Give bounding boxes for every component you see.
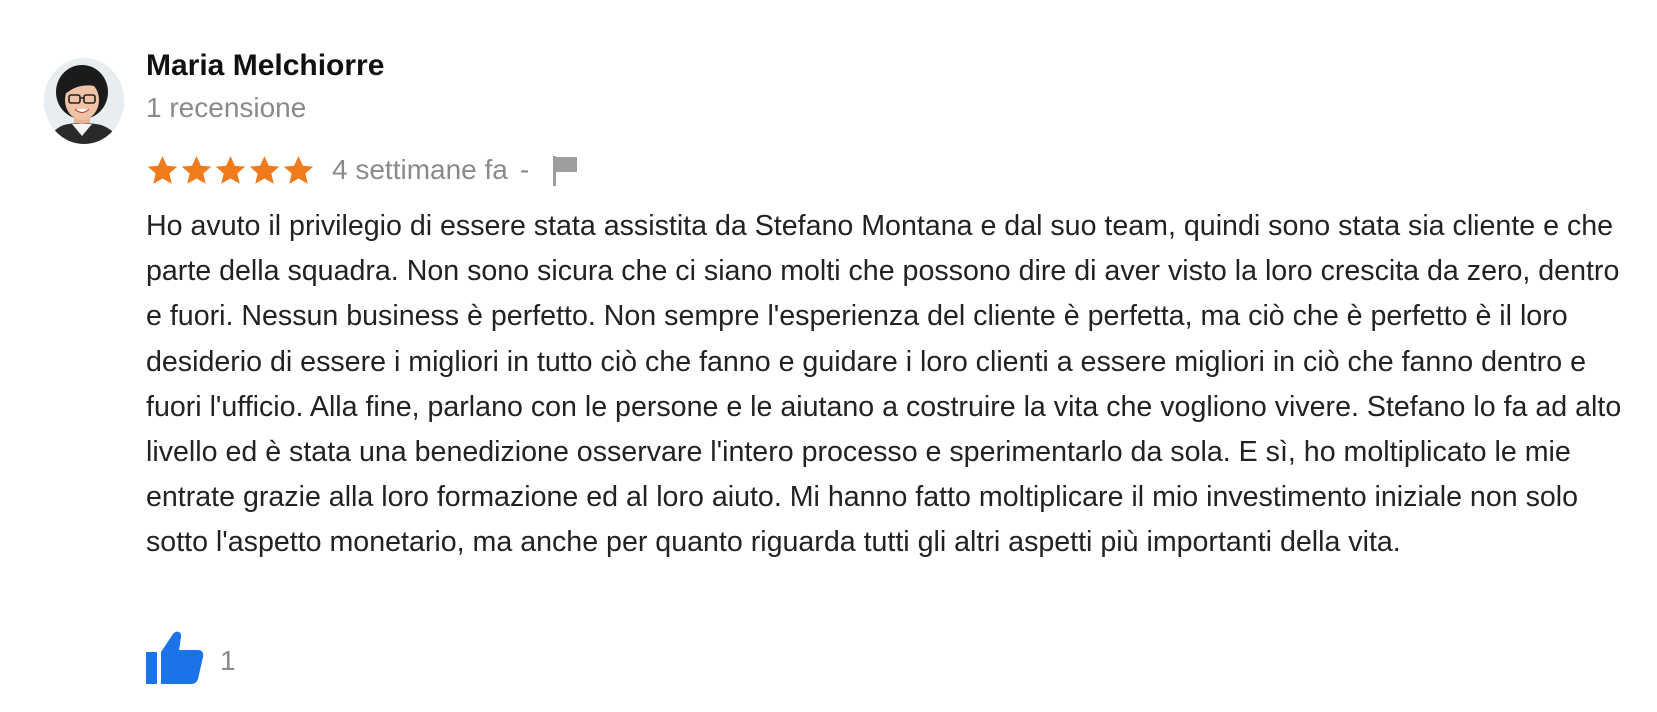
like-count: 1 [220, 645, 236, 676]
star-icon [214, 154, 247, 187]
star-icon [146, 154, 179, 187]
star-icon [180, 154, 213, 187]
meta-separator: - [519, 154, 530, 185]
review-count: 1 recensione [146, 92, 307, 123]
star-icon [282, 154, 315, 187]
star-rating [146, 154, 316, 187]
like-row: 1 [146, 630, 236, 684]
review-text: Ho avuto il privilegio di essere stata a… [146, 210, 1622, 559]
profile-photo [44, 58, 124, 144]
avatar[interactable] [44, 58, 124, 144]
star-icon [248, 154, 281, 187]
review-time: 4 settimane fa [332, 154, 508, 185]
author-name[interactable]: Maria Melchiorre [146, 49, 384, 83]
review-card: Maria Melchiorre 1 recensione 4 settiman… [0, 0, 1657, 712]
thumbs-up-icon[interactable] [146, 630, 204, 684]
review-meta: 4 settimane fa - [146, 150, 581, 190]
flag-icon[interactable] [551, 153, 581, 187]
